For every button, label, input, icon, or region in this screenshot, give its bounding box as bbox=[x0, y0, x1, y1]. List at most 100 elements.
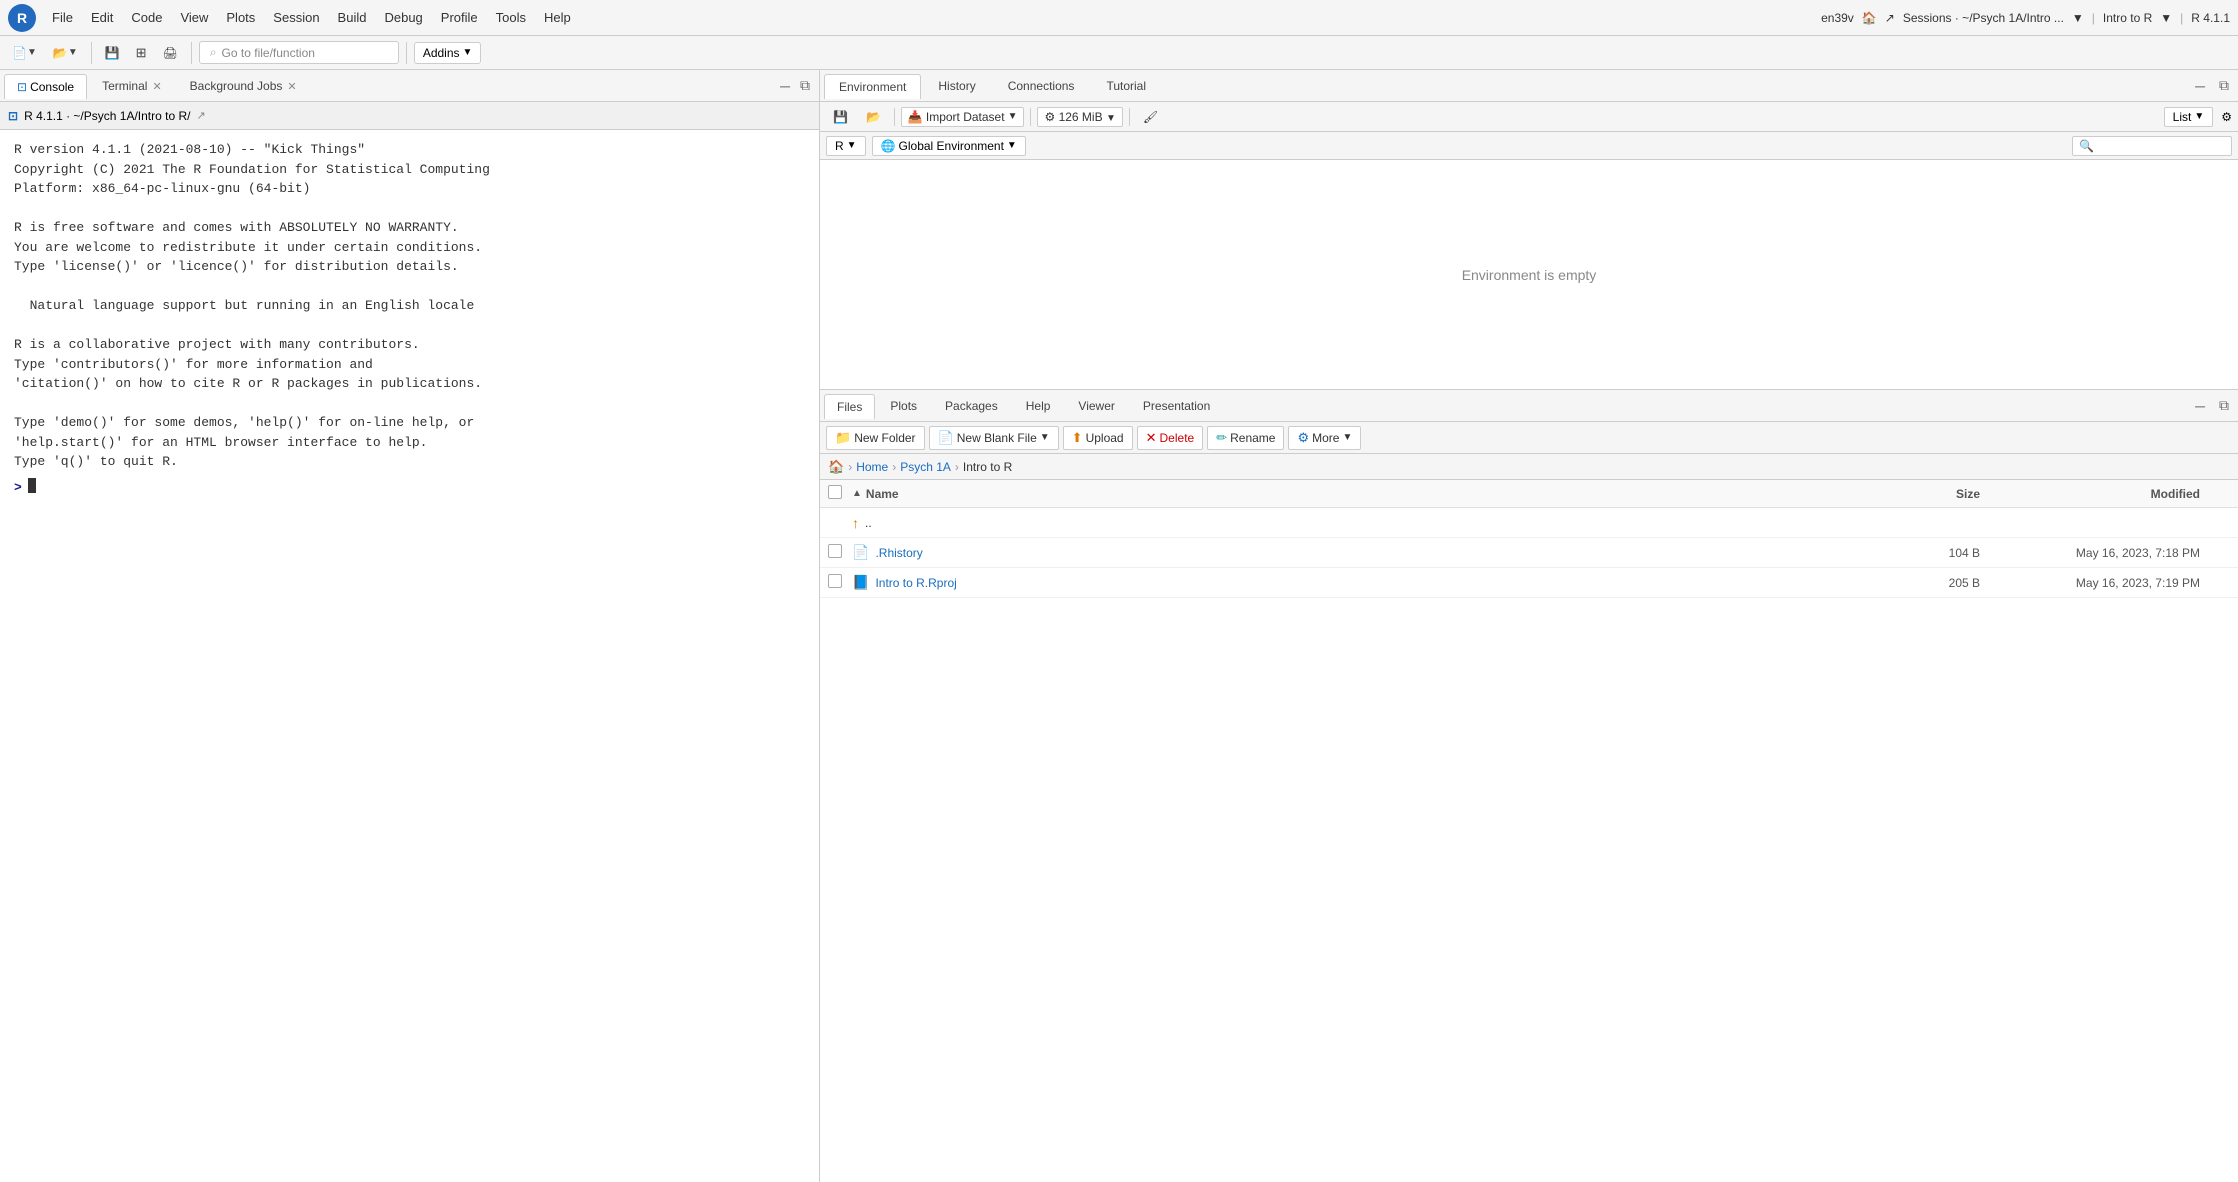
file-row-rproj[interactable]: 📘 Intro to R.Rproj 205 B May 16, 2023, 7… bbox=[820, 568, 2238, 598]
menu-debug[interactable]: Debug bbox=[376, 6, 430, 29]
list-label: List bbox=[2173, 110, 2192, 124]
tab-connections[interactable]: Connections bbox=[993, 73, 1090, 98]
maximize-env-btn[interactable]: ⧉ bbox=[2214, 75, 2234, 96]
env-toolbar-sep-3 bbox=[1129, 108, 1130, 126]
env-settings-btn[interactable]: ⚙ bbox=[2221, 110, 2232, 124]
minimize-files-btn[interactable]: ─ bbox=[2190, 396, 2210, 416]
delete-btn[interactable]: ✕ Delete bbox=[1137, 426, 1204, 450]
new-file-btn[interactable]: 📄 ▼ bbox=[6, 42, 43, 64]
breadcrumb-home-link[interactable]: Home bbox=[856, 460, 888, 474]
new-file-chevron[interactable]: ▼ bbox=[27, 47, 37, 58]
menu-profile[interactable]: Profile bbox=[433, 6, 486, 29]
global-env-btn[interactable]: 🌐 Global Environment ▼ bbox=[872, 136, 1026, 156]
upload-btn[interactable]: ⬆ Upload bbox=[1063, 426, 1133, 450]
header-name-col[interactable]: ▲ Name bbox=[852, 487, 1880, 501]
publish-icon[interactable]: ↗ bbox=[1885, 11, 1895, 25]
minimize-left-btn[interactable]: ─ bbox=[775, 76, 795, 96]
tab-viewer[interactable]: Viewer bbox=[1065, 393, 1127, 418]
save-btn[interactable]: 💾 bbox=[99, 42, 126, 64]
memory-chevron: ▼ bbox=[1106, 113, 1116, 124]
r-dropdown[interactable]: R ▼ bbox=[826, 136, 866, 156]
settings-icon: ⚙ bbox=[2221, 110, 2232, 124]
global-env-label: Global Environment bbox=[899, 139, 1004, 153]
new-blank-file-btn[interactable]: 📄 New Blank File ▼ bbox=[929, 426, 1059, 450]
tab-environment[interactable]: Environment bbox=[824, 74, 921, 99]
name-header-label: Name bbox=[866, 487, 899, 501]
go-to-file-input[interactable]: ⌕ Go to file/function bbox=[199, 41, 399, 64]
background-jobs-tab-label: Background Jobs bbox=[190, 79, 283, 93]
breadcrumb-psych-link[interactable]: Psych 1A bbox=[900, 460, 951, 474]
tab-tutorial[interactable]: Tutorial bbox=[1091, 73, 1161, 98]
session-chevron[interactable]: ▼ bbox=[2072, 11, 2084, 25]
tab-history[interactable]: History bbox=[923, 73, 990, 98]
select-all-checkbox[interactable] bbox=[828, 485, 842, 499]
file-row-rhistory[interactable]: 📄 .Rhistory 104 B May 16, 2023, 7:18 PM bbox=[820, 538, 2238, 568]
tab-terminal[interactable]: Terminal ✕ bbox=[89, 73, 175, 98]
menu-session[interactable]: Session bbox=[265, 6, 327, 29]
session-label[interactable]: Sessions · ~/Psych 1A/Intro ... bbox=[1903, 11, 2064, 25]
env-empty-text: Environment is empty bbox=[1462, 267, 1597, 283]
menu-tools[interactable]: Tools bbox=[488, 6, 534, 29]
intro-chevron[interactable]: ▼ bbox=[2160, 11, 2172, 25]
tab-presentation[interactable]: Presentation bbox=[1130, 393, 1223, 418]
save-all-btn[interactable]: ⊞ bbox=[130, 41, 153, 65]
menubar: R File Edit Code View Plots Session Buil… bbox=[0, 0, 2238, 36]
print-btn[interactable]: 🖨 bbox=[157, 42, 184, 64]
maximize-files-btn[interactable]: ⧉ bbox=[2214, 395, 2234, 416]
more-btn[interactable]: ⚙ More ▼ bbox=[1288, 426, 1361, 450]
more-chevron[interactable]: ▼ bbox=[1342, 432, 1352, 443]
rhistory-file-name[interactable]: .Rhistory bbox=[875, 546, 1880, 560]
addins-btn[interactable]: Addins ▼ bbox=[414, 42, 482, 64]
minimize-env-btn[interactable]: ─ bbox=[2190, 76, 2210, 96]
home-icon[interactable]: 🏠 bbox=[828, 459, 844, 475]
background-jobs-tab-close[interactable]: ✕ bbox=[287, 80, 296, 93]
new-blank-file-chevron[interactable]: ▼ bbox=[1040, 432, 1050, 443]
cursor bbox=[28, 478, 36, 493]
menu-file[interactable]: File bbox=[44, 6, 81, 29]
open-chevron[interactable]: ▼ bbox=[68, 47, 78, 58]
files-tab-actions: ─ ⧉ bbox=[2190, 395, 2234, 416]
new-folder-btn[interactable]: 📁 New Folder bbox=[826, 426, 925, 450]
tab-packages[interactable]: Packages bbox=[932, 393, 1011, 418]
right-pane: Environment History Connections Tutorial… bbox=[820, 70, 2238, 1182]
env-open-btn[interactable]: 📂 bbox=[859, 107, 888, 127]
console-content[interactable]: R version 4.1.1 (2021-08-10) -- "Kick Th… bbox=[0, 130, 819, 1182]
header-modified-col[interactable]: Modified bbox=[1980, 487, 2200, 501]
left-tab-actions: ─ ⧉ bbox=[775, 75, 815, 96]
rename-btn[interactable]: ✏ Rename bbox=[1207, 426, 1284, 450]
import-dataset-btn[interactable]: 📥 Import Dataset ▼ bbox=[901, 107, 1025, 127]
env-save-btn[interactable]: 💾 bbox=[826, 107, 855, 127]
r-dropdown-chevron: ▼ bbox=[847, 140, 857, 151]
rproj-checkbox[interactable] bbox=[828, 574, 852, 591]
menu-edit[interactable]: Edit bbox=[83, 6, 121, 29]
tab-background-jobs[interactable]: Background Jobs ✕ bbox=[177, 73, 310, 98]
list-chevron: ▼ bbox=[2194, 111, 2204, 122]
new-folder-label: New Folder bbox=[854, 431, 915, 445]
env-search-input[interactable]: 🔍 bbox=[2072, 136, 2232, 156]
open-recent-btn[interactable]: 📂 ▼ bbox=[47, 42, 84, 64]
menu-plots[interactable]: Plots bbox=[218, 6, 263, 29]
rhistory-checkbox[interactable] bbox=[828, 544, 852, 561]
menu-view[interactable]: View bbox=[172, 6, 216, 29]
header-size-col[interactable]: Size bbox=[1880, 487, 1980, 501]
rhistory-check-box[interactable] bbox=[828, 544, 842, 558]
maximize-left-btn[interactable]: ⧉ bbox=[795, 75, 815, 96]
tab-console[interactable]: ⊡ Console bbox=[4, 74, 87, 99]
header-checkbox-col bbox=[828, 485, 852, 502]
intro-label[interactable]: Intro to R bbox=[2103, 11, 2152, 25]
tab-help[interactable]: Help bbox=[1013, 393, 1064, 418]
terminal-tab-close[interactable]: ✕ bbox=[152, 80, 161, 93]
list-btn[interactable]: List ▼ bbox=[2164, 107, 2214, 127]
menu-code[interactable]: Code bbox=[123, 6, 170, 29]
lower-right-panel: Files Plots Packages Help Viewer Present… bbox=[820, 390, 2238, 1182]
env-brush-btn[interactable]: 🖌 bbox=[1136, 107, 1165, 127]
rproj-check-box[interactable] bbox=[828, 574, 842, 588]
tab-plots[interactable]: Plots bbox=[877, 393, 930, 418]
rproj-file-name[interactable]: Intro to R.Rproj bbox=[875, 576, 1880, 590]
open-icon: 📂 bbox=[53, 46, 68, 60]
menu-build[interactable]: Build bbox=[330, 6, 375, 29]
file-row-parent[interactable]: ↑ .. bbox=[820, 508, 2238, 538]
console-path-arrow[interactable]: ↗ bbox=[196, 109, 205, 122]
tab-files[interactable]: Files bbox=[824, 394, 875, 419]
menu-help[interactable]: Help bbox=[536, 6, 579, 29]
